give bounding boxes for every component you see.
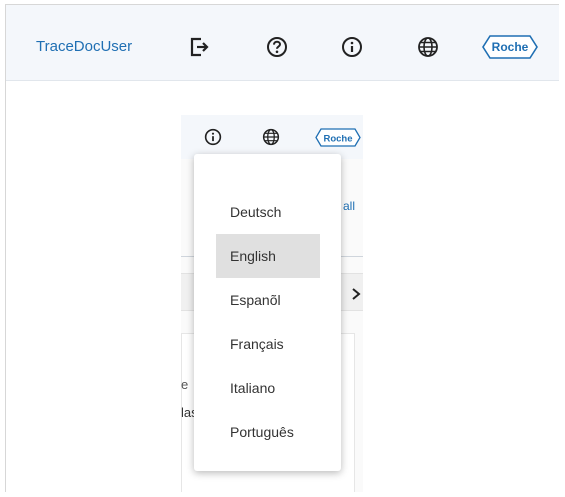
svg-text:Roche: Roche <box>323 134 352 145</box>
language-menu: Deutsch English Espanõl Français Italian… <box>194 154 341 471</box>
globe-icon[interactable] <box>415 34 441 60</box>
chevron-right-icon[interactable] <box>349 287 363 301</box>
info-icon[interactable] <box>203 127 223 147</box>
language-option-francais[interactable]: Français <box>216 322 320 366</box>
app-window: TraceDocUser Roche Roche all e las Deuts… <box>5 4 559 492</box>
embedded-header: Roche <box>181 115 363 159</box>
language-option-portugues[interactable]: Português <box>216 410 320 454</box>
language-option-espanol[interactable]: Espanõl <box>216 278 320 322</box>
roche-logo: Roche <box>482 35 538 59</box>
help-icon[interactable] <box>264 34 290 60</box>
embedded-text-fragment: e <box>181 377 189 392</box>
language-option-deutsch[interactable]: Deutsch <box>216 190 320 234</box>
logout-icon[interactable] <box>186 34 212 60</box>
language-option-english[interactable]: English <box>216 234 320 278</box>
info-icon[interactable] <box>339 34 365 60</box>
language-option-italiano[interactable]: Italiano <box>216 366 320 410</box>
top-header: TraceDocUser Roche <box>6 5 559 81</box>
roche-logo: Roche <box>315 128 361 147</box>
globe-icon[interactable] <box>261 127 281 147</box>
svg-text:Roche: Roche <box>492 40 529 54</box>
user-link[interactable]: TraceDocUser <box>36 38 132 55</box>
embedded-view-all-link[interactable]: all <box>343 199 355 213</box>
